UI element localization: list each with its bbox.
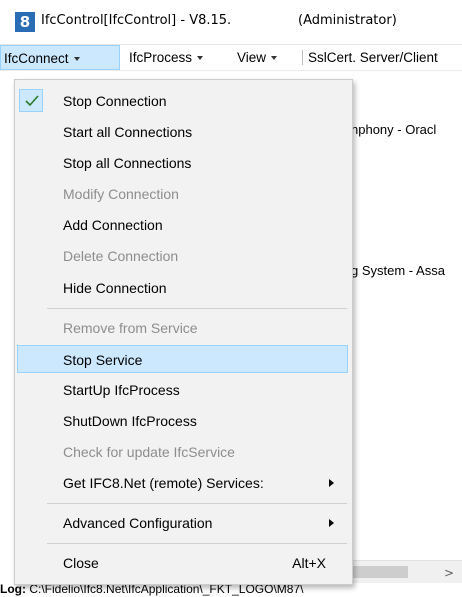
menu-item-advanced-configuration[interactable]: Advanced Configuration: [17, 509, 348, 537]
app-icon[interactable]: 8: [15, 12, 35, 32]
menu-item-stop-all-connections[interactable]: Stop all Connections: [17, 149, 348, 177]
scroll-right-icon[interactable]: >: [444, 566, 454, 580]
ifcconnect-dropdown: Stop Connection Start all Connections St…: [14, 79, 353, 585]
menu-view-label: View: [237, 50, 267, 65]
menu-item-shutdown-ifcprocess[interactable]: ShutDown IfcProcess: [17, 407, 348, 435]
menu-item-label: Remove from Service: [63, 320, 198, 336]
menu-bar: IfcConnect IfcProcess View SslCert. Serv…: [0, 45, 462, 71]
menu-separator: [47, 543, 347, 544]
menu-item-add-connection[interactable]: Add Connection: [17, 211, 348, 239]
menu-item-label: ShutDown IfcProcess: [63, 413, 197, 429]
menu-item-label: Modify Connection: [63, 186, 179, 202]
scrollbar-thumb[interactable]: [344, 566, 408, 578]
menu-item-label: StartUp IfcProcess: [63, 382, 180, 398]
menu-view[interactable]: View: [237, 45, 278, 70]
connection-name-1: nphony - Oracl: [351, 122, 437, 137]
menu-item-label: Stop all Connections: [63, 155, 192, 171]
checkmark-icon: [25, 95, 39, 107]
menu-ifcconnect-label: IfcConnect: [4, 51, 69, 66]
admin-label: (Administrator): [298, 13, 397, 28]
menu-item-label: Stop Service: [63, 352, 143, 368]
menu-ifcprocess[interactable]: IfcProcess: [129, 45, 204, 70]
menu-item-label: Hide Connection: [63, 280, 167, 296]
menu-item-label: Stop Connection: [63, 93, 167, 109]
menu-item-hide-connection[interactable]: Hide Connection: [17, 274, 348, 302]
connection-name-2: g System - Assa: [351, 263, 445, 278]
menu-sslcert[interactable]: SslCert. Server/Client: [308, 45, 438, 70]
window-title: IfcControl[IfcControl] - V8.15.: [41, 13, 232, 28]
horizontal-scrollbar[interactable]: >: [344, 560, 462, 583]
submenu-arrow-icon: [329, 479, 334, 487]
chevron-down-icon: [197, 56, 204, 61]
chevron-down-icon: [271, 56, 278, 61]
menu-item-label: Advanced Configuration: [63, 515, 213, 531]
menu-separator: [47, 503, 347, 504]
menu-ifcprocess-label: IfcProcess: [129, 50, 193, 65]
menu-item-label: Add Connection: [63, 217, 163, 233]
close-shortcut: Alt+X: [292, 555, 326, 571]
menu-item-close[interactable]: Close Alt+X: [17, 549, 348, 577]
menu-item-label: Get IFC8.Net (remote) Services:: [63, 475, 264, 491]
menu-item-remove-from-service: Remove from Service: [17, 314, 348, 342]
menu-divider: [302, 50, 303, 65]
menu-item-modify-connection: Modify Connection: [17, 180, 348, 208]
title-bar: 8 IfcControl[IfcControl] - V8.15. (Admin…: [0, 0, 462, 45]
menu-item-stop-connection[interactable]: Stop Connection: [17, 87, 348, 115]
menu-ifcconnect[interactable]: IfcConnect: [0, 45, 120, 70]
menu-item-label: Check for update IfcService: [63, 444, 235, 460]
menu-item-get-remote-services[interactable]: Get IFC8.Net (remote) Services:: [17, 469, 348, 497]
menu-item-delete-connection: Delete Connection: [17, 242, 348, 270]
menu-item-check-update: Check for update IfcService: [17, 438, 348, 466]
checkmark-box: [19, 89, 43, 112]
menu-item-start-all-connections[interactable]: Start all Connections: [17, 118, 348, 146]
menu-separator: [47, 308, 347, 309]
menu-item-label: Delete Connection: [63, 248, 179, 264]
menu-item-stop-service[interactable]: Stop Service: [17, 345, 348, 373]
submenu-arrow-icon: [329, 519, 334, 527]
chevron-down-icon: [73, 57, 80, 62]
menu-sslcert-label: SslCert. Server/Client: [308, 50, 438, 65]
menu-item-label: Start all Connections: [63, 124, 193, 140]
menu-item-label: Close: [63, 555, 99, 571]
menu-item-startup-ifcprocess[interactable]: StartUp IfcProcess: [17, 376, 348, 404]
